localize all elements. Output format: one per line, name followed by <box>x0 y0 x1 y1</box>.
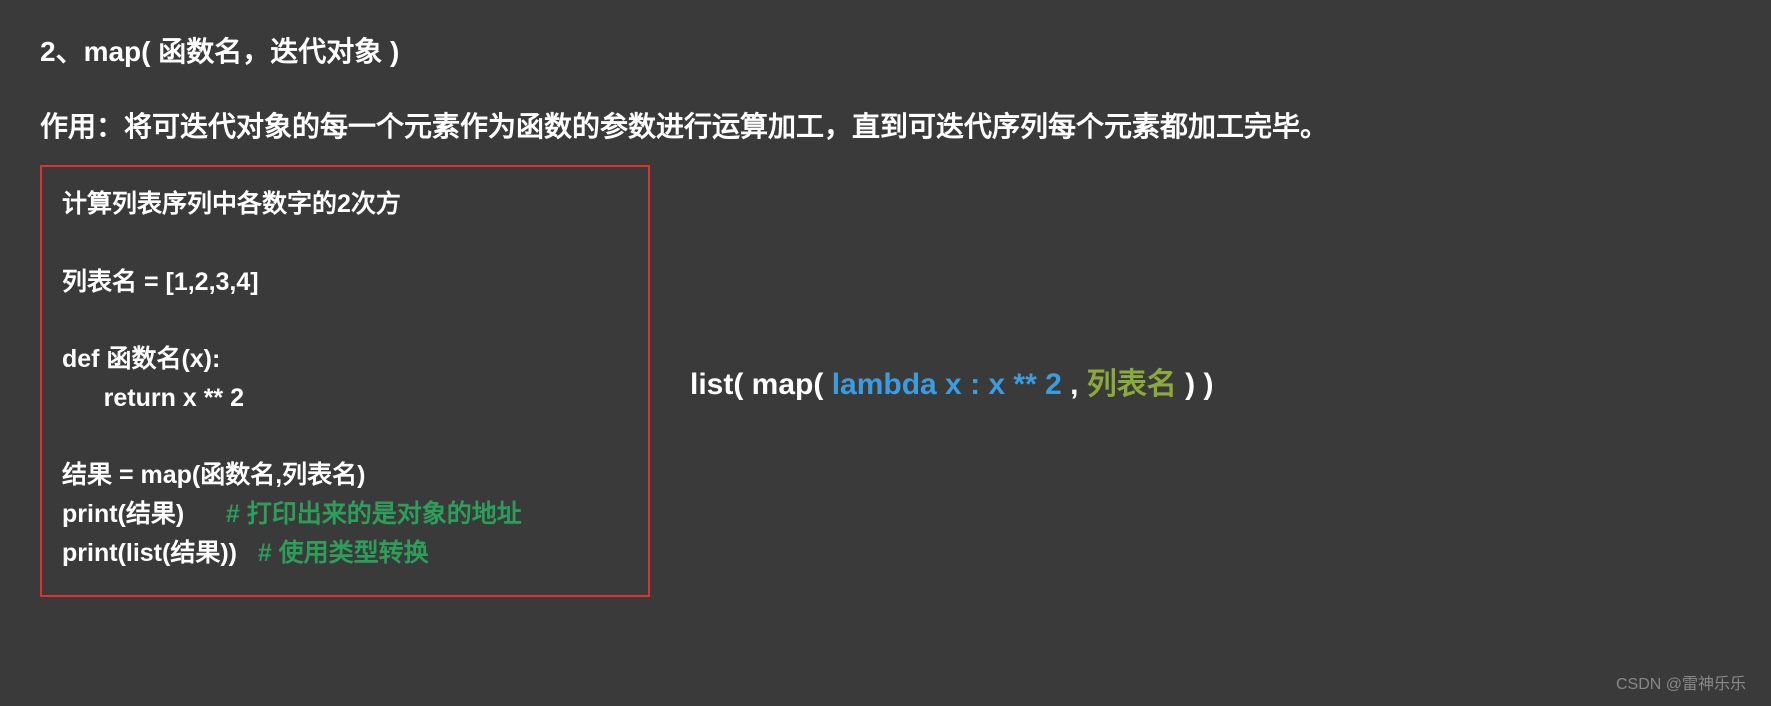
code-line: print(list(结果)) # 使用类型转换 <box>62 534 628 573</box>
lambda-keyword: lambda x : x ** 2 <box>832 368 1070 401</box>
code-line: 结果 = map(函数名,列表名) <box>62 456 628 495</box>
lambda-part: , <box>1070 368 1087 401</box>
main-row: 计算列表序列中各数字的2次方 列表名 = [1,2,3,4] def 函数名(x… <box>40 165 1731 597</box>
code-line: print(结果) # 打印出来的是对象的地址 <box>62 495 628 534</box>
code-comment: # 使用类型转换 <box>258 539 429 567</box>
section-title: 2、map( 函数名，迭代对象 ) <box>40 30 1731 70</box>
code-comment: # 打印出来的是对象的地址 <box>226 500 522 528</box>
code-text: print(list(结果)) <box>62 539 258 567</box>
code-line: 计算列表序列中各数字的2次方 <box>62 185 628 224</box>
code-example-box: 计算列表序列中各数字的2次方 列表名 = [1,2,3,4] def 函数名(x… <box>40 165 650 597</box>
lambda-part: list( map( <box>690 368 832 401</box>
code-line <box>62 301 628 340</box>
section-description: 作用：将可迭代对象的每一个元素作为函数的参数进行运算加工，直到可迭代序列每个元素… <box>40 105 1731 145</box>
code-line: def 函数名(x): <box>62 340 628 379</box>
code-text: print(结果) <box>62 500 226 528</box>
code-line <box>62 224 628 263</box>
lambda-listname: 列表名 <box>1087 368 1185 401</box>
watermark: CSDN @雷神乐乐 <box>1616 670 1746 694</box>
code-line: return x ** 2 <box>62 379 628 418</box>
code-line: 列表名 = [1,2,3,4] <box>62 263 628 302</box>
lambda-part: ) ) <box>1185 368 1213 401</box>
slide-content: 2、map( 函数名，迭代对象 ) 作用：将可迭代对象的每一个元素作为函数的参数… <box>0 0 1771 627</box>
lambda-expression: list( map( lambda x : x ** 2 , 列表名 ) ) <box>690 359 1213 403</box>
code-line <box>62 418 628 457</box>
